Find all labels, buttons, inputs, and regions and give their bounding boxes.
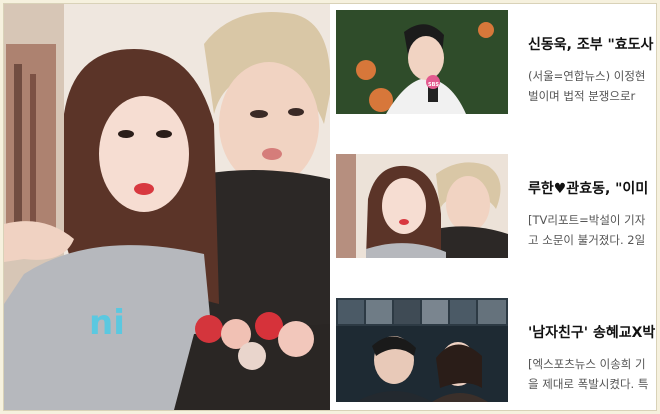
snippet-line: 을 제대로 폭발시켰다. 특 [528,377,649,391]
news-snippet: (서울=연합뉴스) 이정현 벌이며 법적 분쟁으로r [528,66,656,106]
snippet-line: 고 소문이 불거졌다. 2일 [528,233,646,247]
news-title[interactable]: '남자친구' 송혜교X박 [528,322,656,342]
news-thumbnail[interactable] [336,298,508,402]
news-item[interactable]: '남자친구' 송혜교X박 [엑스포츠뉴스 이송희 기 을 제대로 폭발시켰다. … [332,292,656,410]
news-item[interactable]: 루한♥관효동, "이미 [TV리포트=박설이 기자 고 소문이 불거졌다. 2일 [332,148,656,268]
news-list: SBS 신동욱, 조부 "효도사 (서울=연합뉴스) 이정현 벌이며 법적 분쟁… [332,4,656,410]
selfie-photo: ni [4,4,330,410]
news-item[interactable]: SBS 신동욱, 조부 "효도사 (서울=연합뉴스) 이정현 벌이며 법적 분쟁… [332,4,656,124]
news-title[interactable]: 신동욱, 조부 "효도사 [528,34,656,54]
snippet-line: [TV리포트=박설이 기자 [528,213,646,227]
news-snippet: [TV리포트=박설이 기자 고 소문이 불거졌다. 2일 [528,210,656,250]
news-title[interactable]: 루한♥관효동, "이미 [528,178,656,198]
news-snippet: [엑스포츠뉴스 이송희 기 을 제대로 폭발시켰다. 특 [528,354,656,394]
news-thumbnail[interactable]: SBS [336,10,508,114]
snippet-line: [엑스포츠뉴스 이송희 기 [528,357,646,371]
snippet-line: 벌이며 법적 분쟁으로r [528,89,636,103]
collage-frame: ni SBS 신동욱, 조부 "효도사 (서울=연합뉴스) 이정현 벌이며 법적… [3,3,657,411]
snippet-line: (서울=연합뉴스) 이정현 [528,69,646,83]
tv-badge: SBS [428,82,439,88]
svg-text:ni: ni [89,303,125,343]
news-thumbnail[interactable] [336,154,508,258]
